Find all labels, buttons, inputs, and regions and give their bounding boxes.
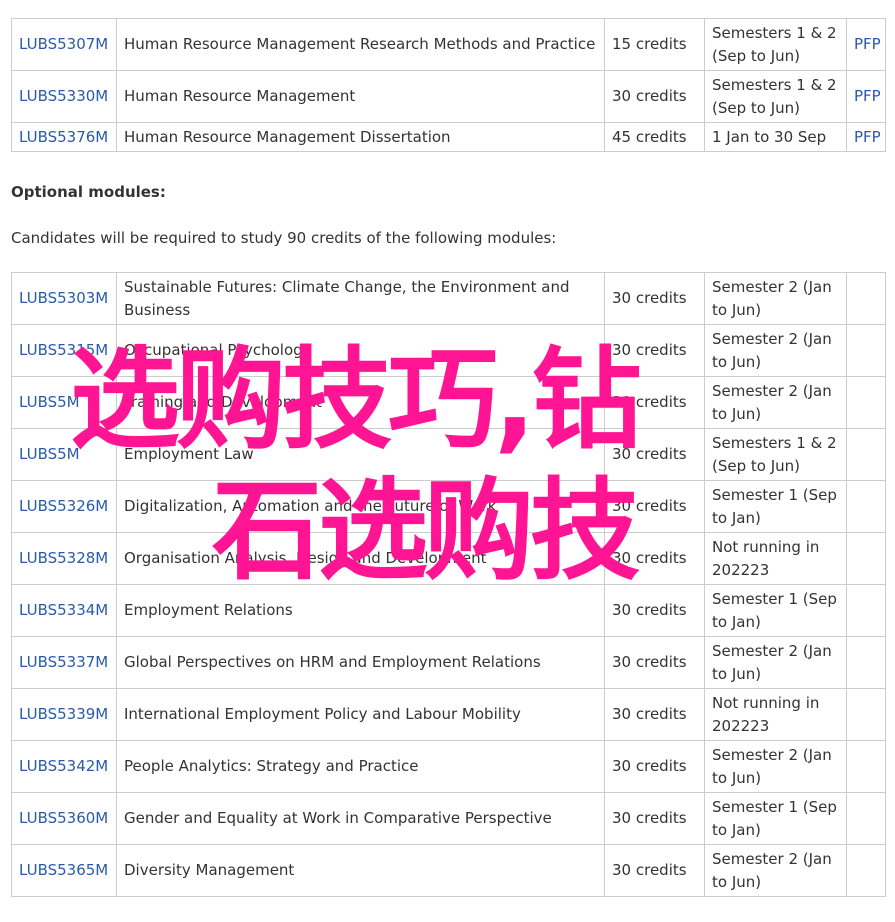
module-title: Training and Development bbox=[116, 376, 605, 429]
module-code-link[interactable]: LUBS5337M bbox=[19, 653, 108, 671]
module-semester: Semester 2 (Jan to Jun) bbox=[704, 636, 847, 689]
empty-cell bbox=[846, 688, 886, 741]
module-title: Employment Law bbox=[116, 428, 605, 481]
module-credits: 30 credits bbox=[604, 844, 705, 897]
module-credits: 30 credits bbox=[604, 272, 705, 325]
module-credits: 30 credits bbox=[604, 70, 705, 123]
module-semester: Semester 1 (Sep to Jan) bbox=[704, 792, 847, 845]
table-row: LUBS5330M Human Resource Management 30 c… bbox=[11, 70, 886, 123]
module-code-link[interactable]: LUBS5326M bbox=[19, 497, 108, 515]
empty-cell bbox=[846, 376, 886, 429]
module-code-link[interactable]: LUBS5328M bbox=[19, 549, 108, 567]
module-code-link[interactable]: LUBS5307M bbox=[19, 35, 108, 53]
module-semester: Semester 1 (Sep to Jan) bbox=[704, 480, 847, 533]
table-row: LUBS5337M Global Perspectives on HRM and … bbox=[11, 636, 886, 689]
module-code-link[interactable]: LUBS5339M bbox=[19, 705, 108, 723]
module-code-link[interactable]: LUBS5330M bbox=[19, 87, 108, 105]
module-credits: 30 credits bbox=[604, 532, 705, 585]
empty-cell bbox=[846, 324, 886, 377]
optional-modules-heading: Optional modules: bbox=[11, 183, 166, 201]
optional-modules-table: LUBS5303M Sustainable Futures: Climate Ch… bbox=[11, 272, 886, 897]
module-semester: Semester 2 (Jan to Jun) bbox=[704, 272, 847, 325]
module-semester: Semester 2 (Jan to Jun) bbox=[704, 844, 847, 897]
table-row: LUBS5334M Employment Relations 30 credits S… bbox=[11, 584, 886, 637]
module-code-link[interactable]: LUBS5315M bbox=[19, 341, 108, 359]
empty-cell bbox=[846, 428, 886, 481]
module-credits: 30 credits bbox=[604, 792, 705, 845]
module-code-link[interactable]: LUBS5342M bbox=[19, 757, 108, 775]
module-title: Global Perspectives on HRM and Employmen… bbox=[116, 636, 605, 689]
pfp-link[interactable]: PFP bbox=[854, 87, 881, 105]
empty-cell bbox=[846, 792, 886, 845]
module-code-link[interactable]: LUBS5360M bbox=[19, 809, 108, 827]
module-semester: Not running in 202223 bbox=[704, 532, 847, 585]
module-title: Digitalization, Automation and the Futur… bbox=[116, 480, 605, 533]
module-code-link[interactable]: LUBS5334M bbox=[19, 601, 108, 619]
table-row: LUBS5376M Human Resource Management Diss… bbox=[11, 122, 886, 152]
module-credits: 30 credits bbox=[604, 480, 705, 533]
module-credits: 30 credits bbox=[604, 636, 705, 689]
module-semester: Semesters 1 & 2 (Sep to Jun) bbox=[704, 428, 847, 481]
optional-modules-intro: Candidates will be required to study 90 … bbox=[11, 229, 557, 247]
empty-cell bbox=[846, 636, 886, 689]
module-title: International Employment Policy and Labo… bbox=[116, 688, 605, 741]
empty-cell bbox=[846, 740, 886, 793]
module-title: Human Resource Management Research Metho… bbox=[116, 18, 605, 71]
module-title: People Analytics: Strategy and Practice bbox=[116, 740, 605, 793]
module-code-link[interactable]: LUBS5M bbox=[19, 445, 80, 463]
module-title: Human Resource Management Dissertation bbox=[116, 122, 605, 152]
table-row: LUBS5365M Diversity Management 30 credits S… bbox=[11, 844, 886, 897]
module-code-link[interactable]: LUBS5M bbox=[19, 393, 80, 411]
pfp-link[interactable]: PFP bbox=[854, 35, 881, 53]
pfp-link[interactable]: PFP bbox=[854, 128, 881, 146]
module-title: Gender and Equality at Work in Comparati… bbox=[116, 792, 605, 845]
module-credits: 45 credits bbox=[604, 122, 705, 152]
module-title: Occupational Psychology bbox=[116, 324, 605, 377]
core-modules-table: LUBS5307M Human Resource Management Rese… bbox=[11, 18, 886, 152]
module-semester: Semester 2 (Jan to Jun) bbox=[704, 740, 847, 793]
module-credits: 30 credits bbox=[604, 428, 705, 481]
module-semester: Semesters 1 & 2 (Sep to Jun) bbox=[704, 70, 847, 123]
table-row: LUBS5339M International Employment Policy… bbox=[11, 688, 886, 741]
empty-cell bbox=[846, 584, 886, 637]
empty-cell bbox=[846, 272, 886, 325]
module-semester: Not running in 202223 bbox=[704, 688, 847, 741]
module-credits: 30 credits bbox=[604, 376, 705, 429]
table-row: LUBS5328M Organisation Analysis, Design a… bbox=[11, 532, 886, 585]
module-credits: 30 credits bbox=[604, 584, 705, 637]
empty-cell bbox=[846, 844, 886, 897]
empty-cell bbox=[846, 532, 886, 585]
module-code-link[interactable]: LUBS5376M bbox=[19, 128, 108, 146]
module-credits: 30 credits bbox=[604, 740, 705, 793]
table-row: LUBS5360M Gender and Equality at Work in … bbox=[11, 792, 886, 845]
module-semester: Semester 2 (Jan to Jun) bbox=[704, 324, 847, 377]
module-credits: 30 credits bbox=[604, 688, 705, 741]
table-row: LUBS5303M Sustainable Futures: Climate Ch… bbox=[11, 272, 886, 325]
module-title: Sustainable Futures: Climate Change, the… bbox=[116, 272, 605, 325]
table-row: LUBS5M Employment Law 30 credits Semesters … bbox=[11, 428, 886, 481]
module-semester: Semesters 1 & 2 (Sep to Jun) bbox=[704, 18, 847, 71]
module-title: Organisation Analysis, Design and Develo… bbox=[116, 532, 605, 585]
module-semester: 1 Jan to 30 Sep bbox=[704, 122, 847, 152]
module-code-link[interactable]: LUBS5365M bbox=[19, 861, 108, 879]
module-title: Diversity Management bbox=[116, 844, 605, 897]
module-credits: 30 credits bbox=[604, 324, 705, 377]
table-row: LUBS5326M Digitalization, Automation and … bbox=[11, 480, 886, 533]
module-title: Human Resource Management bbox=[116, 70, 605, 123]
module-credits: 15 credits bbox=[604, 18, 705, 71]
table-row: LUBS5315M Occupational Psychology 30 credi… bbox=[11, 324, 886, 377]
table-row: LUBS5342M People Analytics: Strategy and … bbox=[11, 740, 886, 793]
module-code-link[interactable]: LUBS5303M bbox=[19, 289, 108, 307]
table-row: LUBS5307M Human Resource Management Rese… bbox=[11, 18, 886, 71]
module-semester: Semester 1 (Sep to Jan) bbox=[704, 584, 847, 637]
empty-cell bbox=[846, 480, 886, 533]
module-semester: Semester 2 (Jan to Jun) bbox=[704, 376, 847, 429]
table-row: LUBS5M Training and Development 30 credits… bbox=[11, 376, 886, 429]
module-title: Employment Relations bbox=[116, 584, 605, 637]
